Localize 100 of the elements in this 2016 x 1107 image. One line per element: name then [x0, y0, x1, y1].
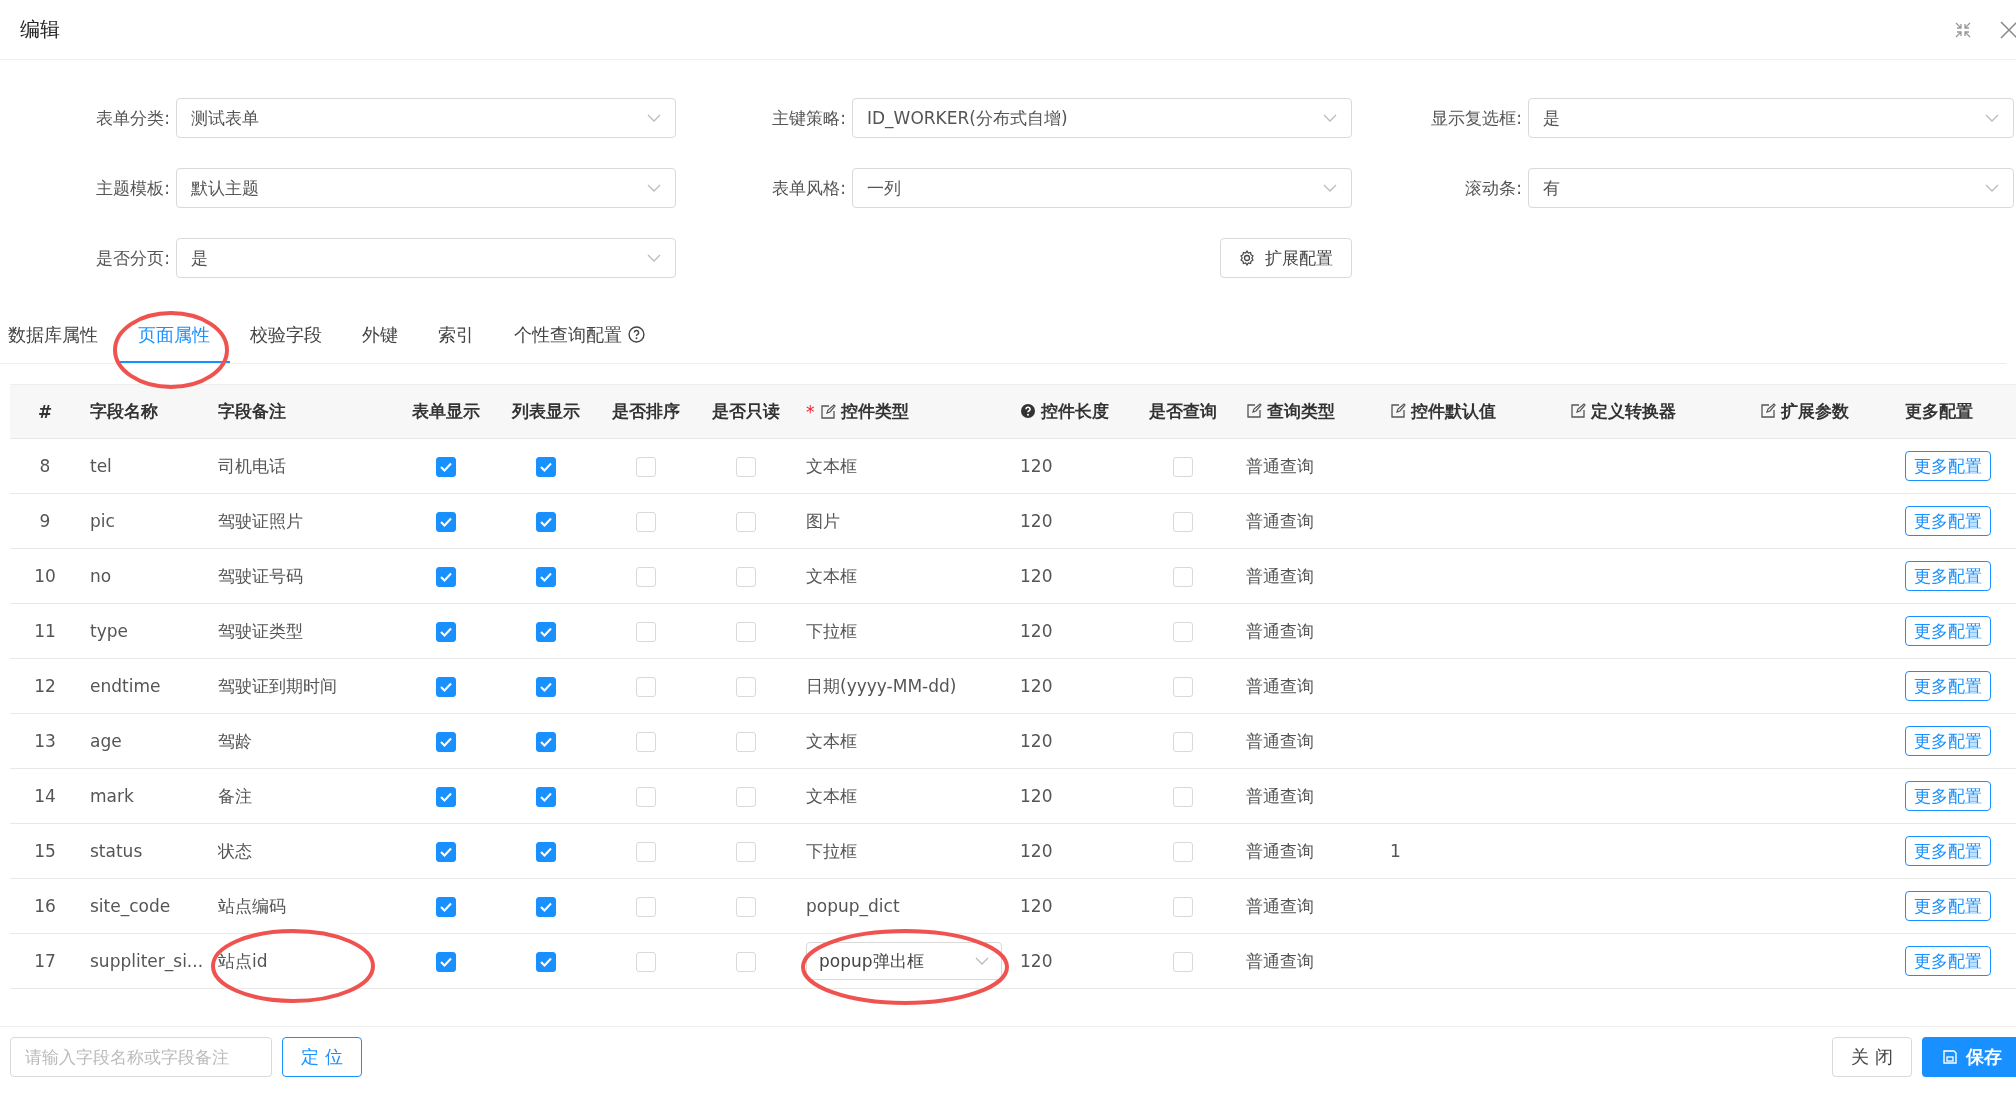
table-cell: age — [90, 731, 122, 751]
tab[interactable]: 个性查询配置 — [494, 308, 665, 363]
chevron-down-icon — [975, 957, 989, 965]
select-field[interactable]: 测试表单 — [176, 98, 676, 138]
column-header: 控件长度 — [1041, 399, 1109, 423]
checkbox[interactable] — [536, 731, 556, 752]
row-number: 8 — [39, 456, 51, 476]
table-cell: 普通查询 — [1246, 675, 1314, 696]
checkmark-icon — [440, 791, 452, 802]
table-cell: 文本框 — [806, 730, 857, 751]
control-type-select[interactable]: popup弹出框 — [806, 942, 1002, 980]
tab[interactable]: 索引 — [418, 308, 494, 363]
tab[interactable]: 数据库属性 — [0, 308, 118, 363]
edit-icon — [1570, 403, 1586, 420]
checkbox[interactable] — [436, 786, 456, 807]
checkbox[interactable] — [536, 841, 556, 862]
table-cell: 驾驶证类型 — [218, 620, 303, 641]
checkmark-icon — [540, 626, 552, 637]
close-button[interactable]: 关 闭 — [1832, 1037, 1912, 1077]
table-cell: 日期(yyyy-MM-dd) — [806, 675, 957, 696]
column-header: 控件类型 — [840, 400, 909, 423]
table-cell: 驾驶证照片 — [218, 510, 303, 531]
settings-icon — [1239, 250, 1255, 266]
checkmark-icon — [440, 571, 452, 582]
select-field[interactable]: 是 — [1528, 98, 2014, 138]
chevron-down-icon — [647, 114, 661, 122]
table-cell: 普通查询 — [1246, 950, 1314, 971]
select-field[interactable]: 是 — [176, 238, 676, 278]
select-field[interactable]: ID_WORKER(分布式自增) — [852, 98, 1352, 138]
table-cell: 120 — [1020, 566, 1053, 586]
select-field[interactable]: 有 — [1528, 168, 2014, 208]
table-cell: status — [90, 841, 143, 861]
tab[interactable]: 校验字段 — [230, 308, 342, 363]
table-cell: 普通查询 — [1246, 455, 1314, 476]
field-label: 是否分页: — [95, 246, 171, 270]
table-cell: 普通查询 — [1246, 510, 1314, 531]
table-cell: 司机电话 — [218, 455, 286, 476]
checkbox[interactable] — [436, 511, 456, 532]
checkmark-icon — [540, 571, 552, 582]
close-icon[interactable] — [2000, 20, 2016, 39]
table-cell: 驾龄 — [218, 730, 252, 751]
column-header: 列表显示 — [512, 400, 580, 423]
checkmark-icon — [540, 516, 552, 527]
checkbox[interactable] — [436, 951, 456, 972]
table-cell: 120 — [1020, 786, 1053, 806]
field-label: 显示复选框: — [1430, 106, 1523, 130]
extension-config-button[interactable]: 扩展配置 — [1220, 238, 1352, 278]
checkbox[interactable] — [436, 456, 456, 477]
checkbox[interactable] — [436, 566, 456, 587]
table-cell: endtime — [90, 676, 161, 696]
row-number: 15 — [34, 841, 56, 861]
table-cell: 普通查询 — [1246, 785, 1314, 806]
table-cell: 文本框 — [806, 455, 857, 476]
tab[interactable]: 外键 — [342, 308, 418, 363]
table-cell: 120 — [1020, 896, 1053, 916]
checkbox[interactable] — [536, 951, 556, 972]
table-cell: site_code — [90, 896, 171, 916]
select-field[interactable]: 默认主题 — [176, 168, 676, 208]
select-field[interactable]: 一列 — [852, 168, 1352, 208]
checkmark-icon — [440, 846, 452, 857]
checkbox[interactable] — [536, 676, 556, 697]
row-number: 17 — [34, 951, 56, 971]
checkbox[interactable] — [436, 841, 456, 862]
table-cell: 下拉框 — [806, 620, 857, 641]
checkbox[interactable] — [436, 731, 456, 752]
column-header: 查询类型 — [1267, 399, 1335, 423]
checkbox[interactable] — [436, 621, 456, 642]
table-cell: 驾驶证号码 — [218, 565, 303, 586]
column-header: 字段名称 — [90, 400, 158, 423]
checkbox[interactable] — [536, 456, 556, 477]
table-cell: 普通查询 — [1246, 840, 1314, 861]
checkbox[interactable] — [536, 621, 556, 642]
edit-icon — [1760, 403, 1776, 420]
table-cell: type — [90, 621, 128, 641]
chevron-down-icon — [1323, 184, 1337, 192]
table-cell: 120 — [1020, 841, 1053, 861]
field-label: 主题模板: — [95, 176, 171, 200]
checkbox[interactable] — [436, 896, 456, 917]
column-header: 控件默认值 — [1411, 399, 1496, 423]
checkmark-icon — [540, 736, 552, 747]
table-cell: mark — [90, 786, 134, 806]
checkbox[interactable] — [536, 786, 556, 807]
table-cell: 站点编码 — [218, 895, 286, 916]
checkbox[interactable] — [436, 676, 456, 697]
column-header: 表单显示 — [412, 400, 480, 423]
search-field[interactable]: 请输入字段名称或字段备注 — [10, 1037, 272, 1077]
table-cell: 备注 — [218, 785, 252, 806]
checkbox[interactable] — [536, 511, 556, 532]
table-cell: pic — [90, 511, 115, 531]
collapse-icon[interactable] — [1954, 20, 1972, 39]
table-cell: 120 — [1020, 951, 1053, 971]
column-header: 字段备注 — [218, 400, 286, 423]
checkbox[interactable] — [536, 896, 556, 917]
chevron-down-icon — [647, 184, 661, 192]
table-cell: 120 — [1020, 731, 1053, 751]
table-cell: popup_dict — [806, 896, 900, 916]
chevron-down-icon — [647, 254, 661, 262]
table-cell: 状态 — [218, 840, 252, 861]
checkbox[interactable] — [536, 566, 556, 587]
table-cell: 站点id — [218, 950, 268, 971]
